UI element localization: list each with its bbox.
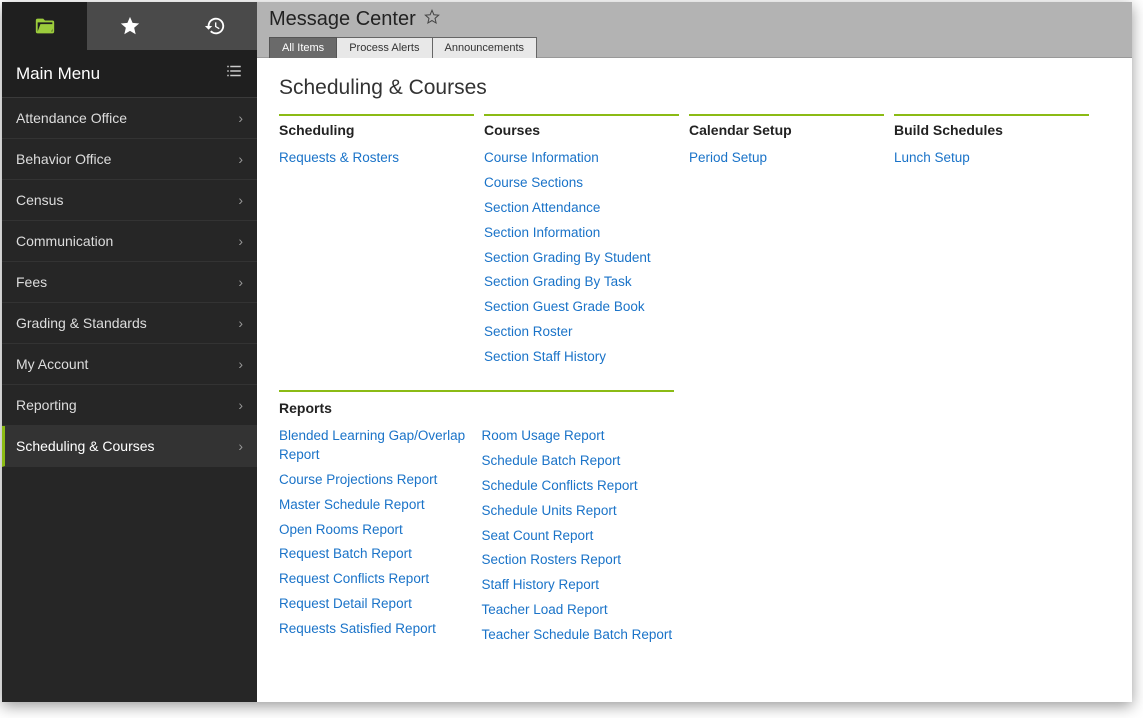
tab-process-alerts[interactable]: Process Alerts bbox=[337, 37, 432, 58]
link-period-setup[interactable]: Period Setup bbox=[689, 146, 884, 171]
link-list: Blended Learning Gap/Overlap Report Cour… bbox=[279, 424, 472, 642]
link-section-staff-history[interactable]: Section Staff History bbox=[484, 345, 679, 370]
chevron-right-icon: › bbox=[238, 356, 243, 372]
link-lunch-setup[interactable]: Lunch Setup bbox=[894, 146, 1089, 171]
page-title: Message Center bbox=[269, 8, 416, 31]
menu-label: Fees bbox=[16, 274, 47, 290]
link-request-batch-report[interactable]: Request Batch Report bbox=[279, 542, 472, 567]
section-heading: Scheduling & Courses bbox=[279, 76, 1110, 100]
sidebar-top-icons bbox=[2, 2, 257, 50]
sidebar-item-scheduling-courses[interactable]: Scheduling & Courses › bbox=[2, 426, 257, 467]
menu-label: Reporting bbox=[16, 397, 77, 413]
chevron-right-icon: › bbox=[238, 397, 243, 413]
sidebar-item-behavior-office[interactable]: Behavior Office › bbox=[2, 139, 257, 180]
link-schedule-conflicts-report[interactable]: Schedule Conflicts Report bbox=[482, 474, 675, 499]
group-reports: Reports Blended Learning Gap/Overlap Rep… bbox=[279, 390, 674, 648]
menu-label: My Account bbox=[16, 356, 88, 372]
chevron-right-icon: › bbox=[238, 151, 243, 167]
chevron-right-icon: › bbox=[238, 233, 243, 249]
tab-all-items[interactable]: All Items bbox=[269, 37, 337, 58]
link-section-attendance[interactable]: Section Attendance bbox=[484, 196, 679, 221]
link-section-guest-grade-book[interactable]: Section Guest Grade Book bbox=[484, 295, 679, 320]
app-container: Main Menu Attendance Office › Behavior O… bbox=[2, 2, 1132, 702]
link-list: Lunch Setup bbox=[894, 146, 1089, 171]
menu-label: Census bbox=[16, 192, 63, 208]
link-section-rosters-report[interactable]: Section Rosters Report bbox=[482, 548, 675, 573]
link-open-rooms-report[interactable]: Open Rooms Report bbox=[279, 518, 472, 543]
link-seat-count-report[interactable]: Seat Count Report bbox=[482, 524, 675, 549]
chevron-right-icon: › bbox=[238, 315, 243, 331]
link-section-grading-by-student[interactable]: Section Grading By Student bbox=[484, 246, 679, 271]
chevron-right-icon: › bbox=[238, 192, 243, 208]
link-request-conflicts-report[interactable]: Request Conflicts Report bbox=[279, 567, 472, 592]
chevron-right-icon: › bbox=[238, 274, 243, 290]
link-list: Requests & Rosters bbox=[279, 146, 474, 171]
menu-label: Attendance Office bbox=[16, 110, 127, 126]
menu-label: Behavior Office bbox=[16, 151, 111, 167]
link-section-grading-by-task[interactable]: Section Grading By Task bbox=[484, 270, 679, 295]
menu-label: Communication bbox=[16, 233, 113, 249]
link-master-schedule-report[interactable]: Master Schedule Report bbox=[279, 493, 472, 518]
link-list: Period Setup bbox=[689, 146, 884, 171]
group-title: Courses bbox=[484, 122, 679, 138]
sidebar-item-census[interactable]: Census › bbox=[2, 180, 257, 221]
link-schedule-units-report[interactable]: Schedule Units Report bbox=[482, 499, 675, 524]
group-build-schedules: Build Schedules Lunch Setup bbox=[894, 114, 1089, 370]
group-title: Calendar Setup bbox=[689, 122, 884, 138]
link-list: Room Usage Report Schedule Batch Report … bbox=[482, 424, 675, 648]
link-list: Course Information Course Sections Secti… bbox=[484, 146, 679, 370]
sidebar-item-my-account[interactable]: My Account › bbox=[2, 344, 257, 385]
group-scheduling: Scheduling Requests & Rosters bbox=[279, 114, 474, 370]
reports-col-2: Room Usage Report Schedule Batch Report … bbox=[482, 424, 675, 648]
group-title: Build Schedules bbox=[894, 122, 1089, 138]
link-teacher-schedule-batch-report[interactable]: Teacher Schedule Batch Report bbox=[482, 623, 675, 648]
sidebar-item-fees[interactable]: Fees › bbox=[2, 262, 257, 303]
link-course-sections[interactable]: Course Sections bbox=[484, 171, 679, 196]
link-requests-rosters[interactable]: Requests & Rosters bbox=[279, 146, 474, 171]
link-course-information[interactable]: Course Information bbox=[484, 146, 679, 171]
chevron-right-icon: › bbox=[238, 438, 243, 454]
group-courses: Courses Course Information Course Sectio… bbox=[484, 114, 679, 370]
main-panel: Message Center All Items Process Alerts … bbox=[257, 2, 1132, 702]
sidebar-item-attendance-office[interactable]: Attendance Office › bbox=[2, 98, 257, 139]
content-area: Scheduling & Courses Scheduling Requests… bbox=[257, 58, 1132, 702]
link-room-usage-report[interactable]: Room Usage Report bbox=[482, 424, 675, 449]
sidebar: Main Menu Attendance Office › Behavior O… bbox=[2, 2, 257, 702]
reports-col-1: Blended Learning Gap/Overlap Report Cour… bbox=[279, 424, 472, 648]
menu-list: Attendance Office › Behavior Office › Ce… bbox=[2, 98, 257, 467]
link-blended-learning-gap-overlap-report[interactable]: Blended Learning Gap/Overlap Report bbox=[279, 424, 472, 468]
header-bar: Message Center All Items Process Alerts … bbox=[257, 2, 1132, 58]
sidebar-item-reporting[interactable]: Reporting › bbox=[2, 385, 257, 426]
link-course-projections-report[interactable]: Course Projections Report bbox=[279, 468, 472, 493]
link-requests-satisfied-report[interactable]: Requests Satisfied Report bbox=[279, 617, 472, 642]
folder-open-icon[interactable] bbox=[2, 2, 87, 50]
reports-row: Blended Learning Gap/Overlap Report Cour… bbox=[279, 424, 674, 648]
link-section-information[interactable]: Section Information bbox=[484, 221, 679, 246]
star-icon[interactable] bbox=[87, 2, 172, 50]
tab-announcements[interactable]: Announcements bbox=[433, 37, 538, 58]
link-request-detail-report[interactable]: Request Detail Report bbox=[279, 592, 472, 617]
history-icon[interactable] bbox=[172, 2, 257, 50]
columns-row: Scheduling Requests & Rosters Courses Co… bbox=[279, 114, 1110, 370]
header-title-row: Message Center bbox=[269, 8, 1120, 37]
group-title: Scheduling bbox=[279, 122, 474, 138]
chevron-right-icon: › bbox=[238, 110, 243, 126]
main-menu-title: Main Menu bbox=[16, 64, 100, 84]
menu-label: Grading & Standards bbox=[16, 315, 147, 331]
sidebar-item-communication[interactable]: Communication › bbox=[2, 221, 257, 262]
favorite-star-icon[interactable] bbox=[424, 9, 440, 30]
link-staff-history-report[interactable]: Staff History Report bbox=[482, 573, 675, 598]
sidebar-item-grading-standards[interactable]: Grading & Standards › bbox=[2, 303, 257, 344]
group-title: Reports bbox=[279, 400, 674, 416]
group-calendar-setup: Calendar Setup Period Setup bbox=[689, 114, 884, 370]
link-teacher-load-report[interactable]: Teacher Load Report bbox=[482, 598, 675, 623]
main-menu-header: Main Menu bbox=[2, 50, 257, 98]
tabs: All Items Process Alerts Announcements bbox=[269, 37, 1120, 57]
collapse-tree-icon[interactable] bbox=[225, 62, 243, 85]
menu-label: Scheduling & Courses bbox=[16, 438, 155, 454]
link-schedule-batch-report[interactable]: Schedule Batch Report bbox=[482, 449, 675, 474]
link-section-roster[interactable]: Section Roster bbox=[484, 320, 679, 345]
